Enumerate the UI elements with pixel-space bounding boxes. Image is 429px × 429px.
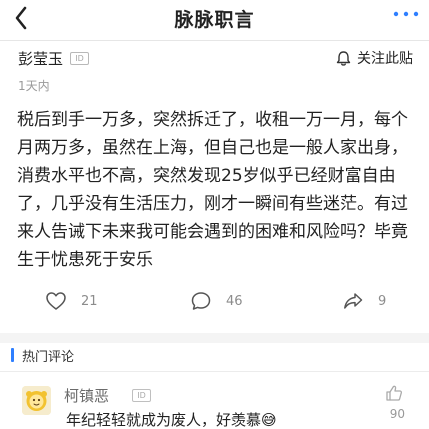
nav-divider <box>0 40 429 41</box>
comment-text: 年纪轻轻就成为废人，好羡慕😅 <box>66 411 277 429</box>
like-button[interactable]: 21 <box>45 290 98 312</box>
more-dots-icon[interactable] <box>393 9 419 19</box>
like-count: 21 <box>81 293 98 309</box>
share-count: 9 <box>378 293 387 309</box>
post-detail-page: 脉脉职言 彭莹玉 ID 关注此贴 1天内 税后到手一万多，突然拆迁了，收租一万一… <box>0 0 429 429</box>
cartoon-face-icon <box>22 386 51 415</box>
section-accent-bar <box>11 348 14 362</box>
top-nav-bar: 脉脉职言 <box>0 0 429 40</box>
post-content: 税后到手一万多，突然拆迁了，收租一万一月，每个月两万多，虽然在上海，但自己也是一… <box>17 110 408 270</box>
section-separator <box>0 333 429 343</box>
hot-comments-divider <box>0 371 429 372</box>
chat-bubble-icon <box>191 292 211 310</box>
share-arrow-icon <box>344 293 363 309</box>
follow-post-button[interactable]: 关注此贴 <box>335 48 413 68</box>
commenter-name[interactable]: 柯镇恶 <box>64 385 109 406</box>
author-id-badge: ID <box>70 52 90 65</box>
follow-label: 关注此贴 <box>357 51 413 67</box>
post-time: 1天内 <box>18 79 50 93</box>
comment-button[interactable]: 46 <box>190 290 243 312</box>
author-name[interactable]: 彭莹玉 <box>18 48 63 69</box>
commenter-id-badge: ID <box>132 389 151 402</box>
hot-comments-header: 热门评论 <box>0 343 429 369</box>
author-row: 彭莹玉 ID <box>18 48 90 69</box>
page-title: 脉脉职言 <box>174 9 255 31</box>
heart-icon <box>46 292 66 310</box>
thumb-up-icon[interactable] <box>385 384 403 402</box>
hot-comments-title: 热门评论 <box>22 350 75 365</box>
bell-icon <box>336 50 351 66</box>
post-stats-row: 21 46 9 <box>0 290 429 318</box>
comment-like-count: 90 <box>389 407 405 421</box>
comment-count: 46 <box>226 293 243 309</box>
share-button[interactable]: 9 <box>342 290 386 312</box>
commenter-avatar[interactable] <box>22 386 51 415</box>
